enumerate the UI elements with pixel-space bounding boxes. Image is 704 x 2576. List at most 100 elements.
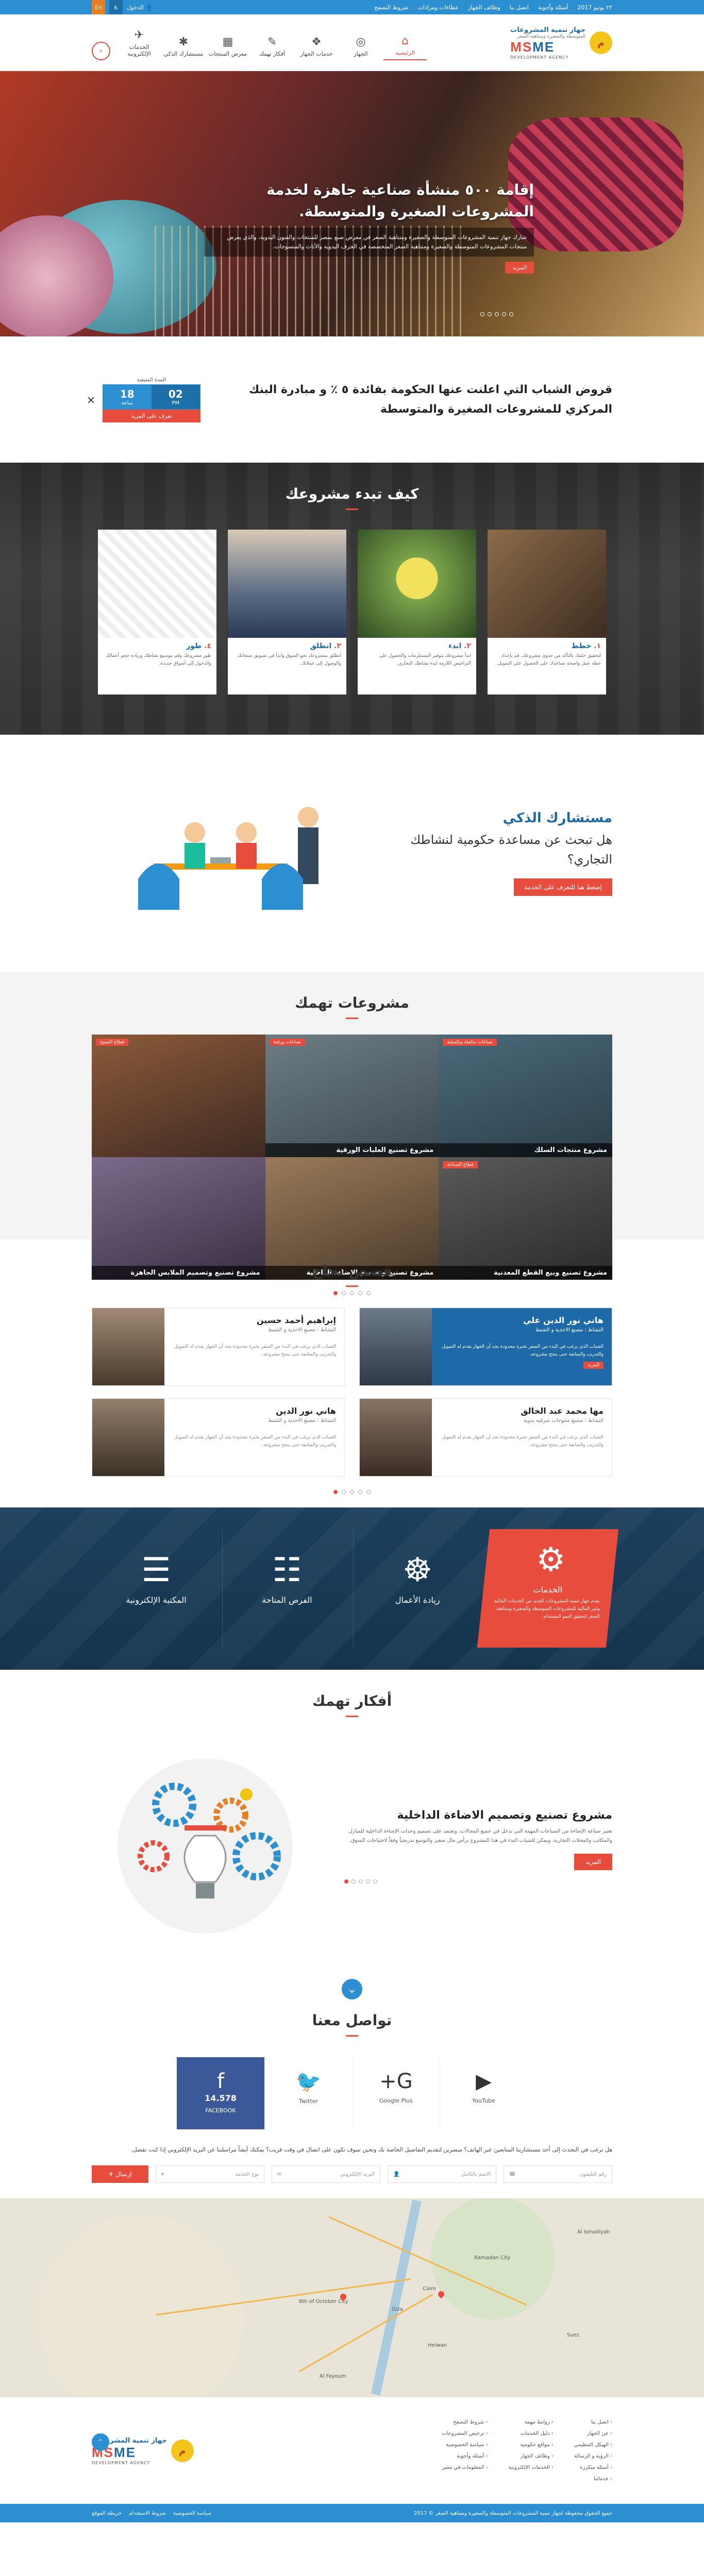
nav-item-eservices[interactable]: ✈ الخدمات الإلكترونية — [118, 26, 161, 60]
slider-dot[interactable] — [359, 1879, 363, 1884]
slider-dot[interactable] — [366, 1879, 370, 1884]
bottom-link[interactable]: خريطة الموقع — [92, 2511, 122, 2516]
footer-link[interactable]: الرؤية و الرسالة — [574, 2451, 612, 2462]
nav-item-ideas[interactable]: ✎ أفكار تهمك — [250, 32, 294, 60]
eservices-icon: ✈ — [134, 28, 144, 42]
footer-link[interactable]: المعلومات في مصر — [442, 2462, 488, 2473]
phone-placeholder: رقم التليفون — [579, 2171, 607, 2177]
slider-dot[interactable] — [502, 312, 506, 316]
slider-dot[interactable] — [333, 1291, 338, 1295]
story-name: هاني نور الدين علي — [523, 1315, 604, 1325]
footer-link[interactable]: ترخيص المشروعات — [442, 2428, 488, 2439]
footer-col: شروط التصفح ترخيص المشروعات سياسة الخصوص… — [442, 2417, 488, 2485]
idea-more-button[interactable]: المزيد — [574, 1853, 612, 1870]
slider-dot[interactable] — [344, 1879, 348, 1884]
nav-item-gallery[interactable]: ▦ معرض المنتجات — [206, 32, 249, 60]
step-card[interactable]: ٣. انطلق انطلق بمشروعك نحو السوق وابدأ ف… — [228, 530, 346, 694]
hero-more-button[interactable]: المزيد — [505, 262, 534, 274]
step-card[interactable]: ٤. طور طور مشروعك وقم بتوسيع نشاطك وزياد… — [98, 530, 216, 694]
story-card[interactable]: هاني نور الدين النشاط : مصنع الاحذية و ا… — [92, 1398, 345, 1477]
slider-dot[interactable] — [373, 1879, 377, 1884]
location-map[interactable]: Cairo Giza 6th of October City Ramadan C… — [0, 2198, 704, 2397]
social-twitter[interactable]: 🐦 Twitter — [264, 2057, 352, 2129]
news-more-button[interactable]: تعرف على المزيد — [102, 409, 200, 422]
nav-item-services[interactable]: ❖ خدمات الجهاز — [295, 32, 338, 60]
footer-link[interactable]: مواقع حكومية — [509, 2439, 554, 2451]
slider-dot[interactable] — [350, 1490, 354, 1494]
social-facebook[interactable]: f 14.578 FACEBOOK — [177, 2057, 264, 2129]
social-youtube[interactable]: ▶ YouTube — [440, 2057, 527, 2129]
slider-dot[interactable] — [488, 312, 492, 316]
footer-link[interactable]: سياسة الخصوصية — [442, 2439, 488, 2451]
slider-dot[interactable] — [480, 312, 484, 316]
footer-link[interactable]: وظائف الجهاز — [509, 2451, 554, 2462]
nav-item-advisor[interactable]: ✱ مستشارك الذكي — [162, 32, 205, 60]
slider-dot[interactable] — [342, 1490, 346, 1494]
step-image — [98, 530, 216, 638]
name-field[interactable]: الاسم بالكامل 👤 — [388, 2165, 496, 2183]
project-card[interactable]: صناعات ورقية مشروع تصنيع العلبات الورقية — [265, 1035, 439, 1157]
slider-dot[interactable] — [350, 1291, 354, 1295]
phone-field[interactable]: رقم التليفون ☎ — [504, 2165, 612, 2183]
advisor-button[interactable]: إضغط هنا للتعرف على الخدمة — [514, 878, 612, 896]
service-item-services[interactable]: ⚙ الخدمات يقدم جهاز تنمية المشروعات العد… — [477, 1529, 619, 1648]
email-field[interactable]: البريد الإلكتروني ✉ — [272, 2165, 380, 2183]
success-pagination — [0, 1490, 704, 1494]
service-item-opportunities[interactable]: ☷ الفرص المتاحة — [222, 1529, 351, 1648]
footer-link[interactable]: روابط مهمة — [509, 2417, 554, 2428]
close-icon[interactable]: × — [87, 394, 95, 406]
story-photo — [92, 1308, 164, 1385]
story-card[interactable]: مها محمد عبد الخالق النشاط : مصنع منتوجا… — [359, 1398, 612, 1477]
site-logo[interactable]: م جهاز تنمية المشروعات المتوسطة والصغيرة… — [510, 26, 612, 60]
story-card[interactable]: إبراهيم أحمد حسين النشاط : مصنع الاحذية … — [92, 1308, 345, 1386]
service-item-library[interactable]: ☰ المكتبة الإلكترونية — [92, 1529, 221, 1648]
footer-link[interactable]: الهيكل التنظيمي — [574, 2439, 612, 2451]
slider-dot[interactable] — [358, 1490, 362, 1494]
slider-dot[interactable] — [342, 1291, 346, 1295]
send-button[interactable]: إرسال ✈ — [92, 2165, 148, 2183]
footer: اتصل بنا عن الجهاز الهيكل التنظيمي الرؤي… — [0, 2397, 704, 2504]
footer-link[interactable]: خدماتنا — [574, 2473, 612, 2485]
accessibility-icon[interactable]: ♿ — [109, 0, 123, 14]
slider-dot[interactable] — [366, 1291, 371, 1295]
slider-dot[interactable] — [358, 1291, 362, 1295]
slider-dot[interactable] — [351, 1879, 356, 1884]
project-card[interactable]: صناعات مكملة وتكميلية مشروع منتجات السلك — [439, 1035, 612, 1157]
advisor-title: مستشارك الذكي — [502, 810, 612, 826]
nav-label: خدمات الجهاز — [300, 50, 333, 57]
top-link-tenders[interactable]: عطاءات ومزادات — [417, 4, 459, 11]
top-link-faq[interactable]: أسئلة وأجوبة — [538, 4, 568, 11]
nav-item-agency[interactable]: ◎ الجهاز — [339, 32, 382, 60]
project-card[interactable]: قطاع النسيج — [92, 1035, 265, 1157]
nav-item-home[interactable]: ⌂ الرئيسية — [383, 31, 427, 60]
login-link[interactable]: 👤 الدخول — [127, 4, 153, 11]
social-google-plus[interactable]: G+ Google Plus — [352, 2057, 440, 2129]
footer-link[interactable]: دليل الخدمات — [509, 2428, 554, 2439]
bottom-link[interactable]: سياسة الخصوصية — [173, 2511, 211, 2516]
step-card[interactable]: ٢. ابدء ابدأ مشروعك بتوفير المستلزمات وا… — [358, 530, 476, 694]
step-card[interactable]: ١. خطط لتحقيق حلمك بالتأكد من جدوى مشروع… — [488, 530, 606, 694]
top-link-contact[interactable]: اتصل بنا — [510, 4, 529, 11]
story-card[interactable]: هاني نور الدين علي النشاط : مصنع الاحذية… — [359, 1308, 612, 1386]
section-title: كيف تبدء مشروعك — [0, 463, 704, 510]
footer-link[interactable]: شروط التصفح — [442, 2417, 488, 2428]
slider-dot[interactable] — [333, 1490, 338, 1494]
footer-link[interactable]: أسئلة متكررة — [574, 2462, 612, 2473]
service-item-entrepreneurship[interactable]: ☸ ريادة الأعمال — [353, 1529, 482, 1648]
story-more-button[interactable]: المزيد — [583, 1362, 604, 1369]
slider-dot[interactable] — [509, 312, 513, 316]
bottom-link[interactable]: شروط الاستخدام — [129, 2511, 166, 2516]
map-city: 6th of October City — [299, 2299, 348, 2304]
scroll-top-button[interactable]: ⌃ — [92, 2433, 109, 2451]
slider-dot[interactable] — [495, 312, 499, 316]
top-link-jobs[interactable]: وظائف الجهاز — [468, 4, 500, 11]
search-button[interactable]: ⌕ — [92, 41, 110, 60]
service-type-select[interactable]: نوع الخدمة ▾ — [156, 2165, 264, 2183]
top-link-terms[interactable]: شروط التصفح — [374, 4, 408, 11]
footer-link[interactable]: الخدمات الإلكترونية — [509, 2462, 554, 2473]
footer-link[interactable]: أسئلة وأجوبة — [442, 2451, 488, 2462]
slider-dot[interactable] — [366, 1490, 371, 1494]
footer-link[interactable]: عن الجهاز — [574, 2428, 612, 2439]
language-switch[interactable]: En — [92, 0, 105, 14]
footer-link[interactable]: اتصل بنا — [574, 2417, 612, 2428]
